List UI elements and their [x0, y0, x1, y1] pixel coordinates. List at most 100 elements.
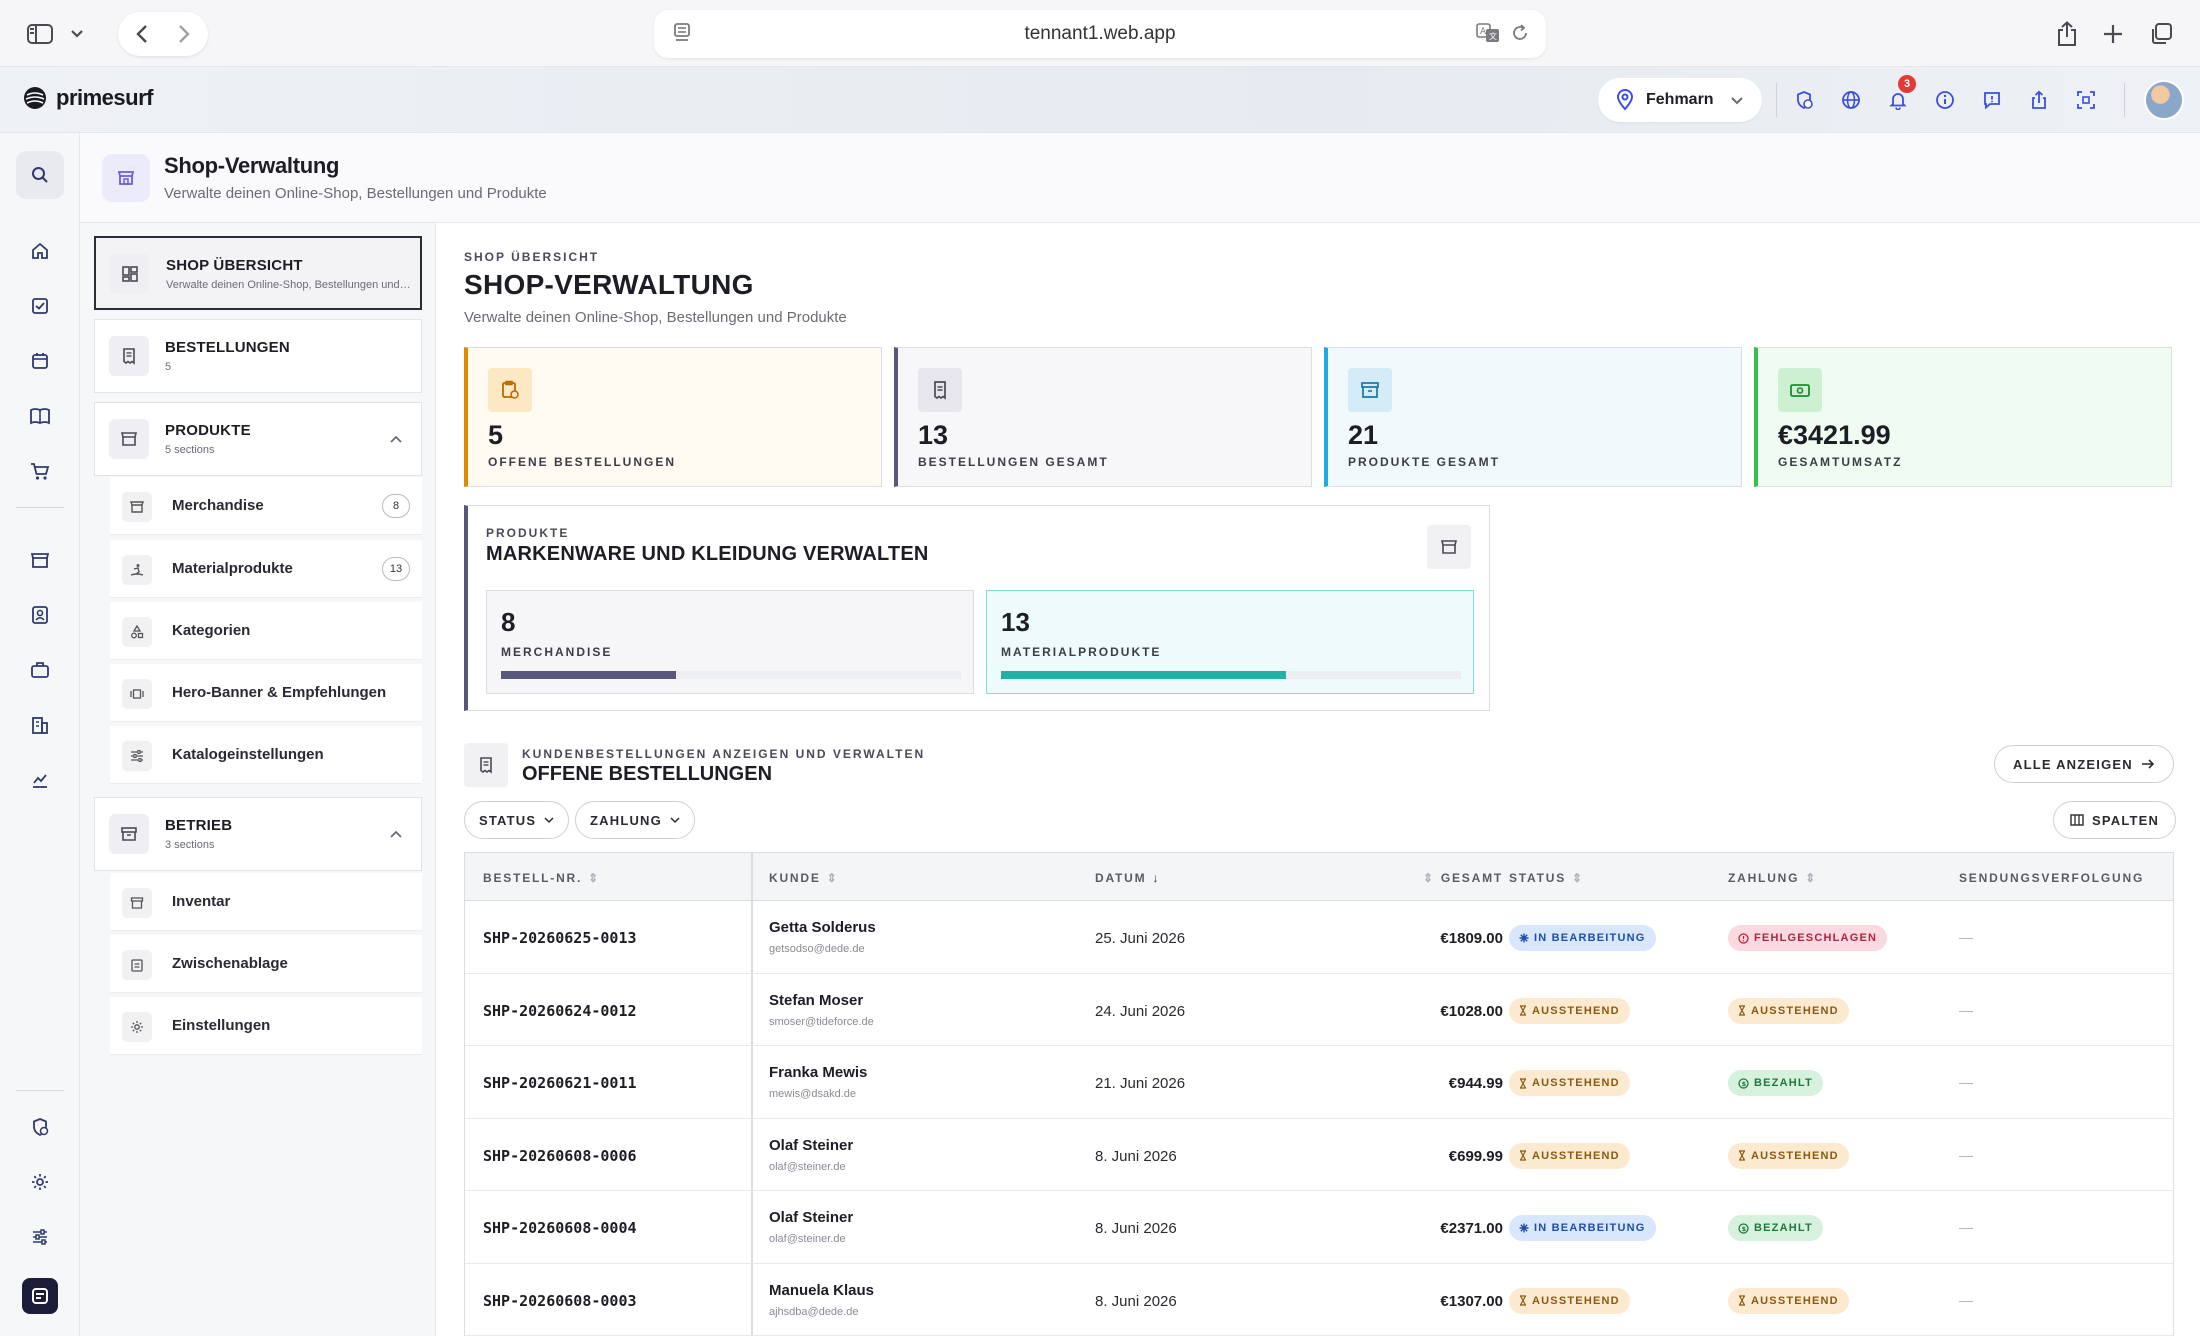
chevron-up-icon[interactable] — [389, 431, 403, 449]
store-icon[interactable] — [1427, 525, 1471, 569]
hourglass-icon — [1738, 1150, 1746, 1161]
store-icon[interactable] — [16, 536, 64, 584]
status-filter-button[interactable]: STATUS — [464, 801, 570, 839]
back-icon[interactable] — [128, 20, 156, 48]
message-icon[interactable] — [1968, 85, 2015, 115]
column-header-date[interactable]: DATUM ↓ — [1095, 871, 1160, 885]
subnav-item-materialprodukte[interactable]: Materialprodukte 13 — [110, 540, 422, 598]
book-icon[interactable] — [16, 392, 64, 440]
share-icon[interactable] — [2015, 85, 2062, 115]
order-id[interactable]: SHP-20260621-0011 — [483, 1074, 637, 1092]
cart-icon[interactable] — [16, 447, 64, 495]
chevron-up-icon[interactable] — [389, 826, 403, 844]
sidebar-toggle-icon[interactable] — [22, 14, 58, 54]
payment-filter-button[interactable]: ZAHLUNG — [575, 801, 695, 839]
table-row[interactable]: SHP-20260608-0006 Olaf Steiner olaf@steine… — [465, 1118, 2173, 1191]
share-browser-icon[interactable] — [2052, 14, 2082, 54]
calendar-add-icon[interactable] — [16, 337, 64, 385]
subnav-item-katalogeinstellungen[interactable]: Katalogeinstellungen — [110, 726, 422, 784]
status-badge[interactable]: AUSSTEHEND — [1509, 1070, 1630, 1096]
reload-icon[interactable] — [1510, 22, 1530, 50]
brand-logo[interactable]: primesurf — [22, 85, 153, 111]
subnav-item-kategorien[interactable]: Kategorien — [110, 602, 422, 660]
status-badge[interactable]: IN BEARBEITUNG — [1509, 1215, 1656, 1241]
avatar[interactable] — [2144, 80, 2184, 120]
status-badge[interactable]: AUSSTEHEND — [1509, 997, 1630, 1024]
address-bar[interactable]: tennant1.web.app A文 — [654, 10, 1546, 58]
app-brand-icon[interactable] — [22, 1278, 58, 1314]
table-row[interactable]: SHP-20260621-0011 Franka Mewis mewis@dsakd… — [465, 1046, 2173, 1119]
table-row[interactable]: SHP-20260625-0013 Getta Solderus getsodso@… — [465, 901, 2173, 974]
gear-icon[interactable] — [16, 1158, 64, 1206]
payment-badge[interactable]: $ BEZAHLT — [1728, 1070, 1823, 1096]
subnav-item-merchandise[interactable]: Merchandise 8 — [110, 477, 422, 535]
info-icon[interactable] — [1921, 85, 1968, 115]
status-badge[interactable]: AUSSTEHEND — [1509, 1287, 1630, 1314]
table-row[interactable]: SHP-20260608-0004 Olaf Steiner olaf@steine… — [465, 1191, 2173, 1264]
analytics-icon[interactable] — [16, 756, 64, 804]
payment-badge[interactable]: FEHLGESCHLAGEN — [1728, 925, 1888, 951]
tile-merchandise[interactable]: 8 MERCHANDISE — [486, 590, 974, 694]
customer-name: Olaf Steiner — [769, 1209, 854, 1226]
subnav-overview[interactable]: SHOP ÜBERSICHT Verwalte deinen Online-Sh… — [94, 236, 422, 310]
column-header-customer[interactable]: KUNDE ⇕ — [769, 871, 839, 885]
location-select[interactable]: Fehmarn — [1598, 78, 1762, 122]
building-icon[interactable] — [16, 701, 64, 749]
subnav-item-inventar[interactable]: Inventar — [110, 873, 422, 931]
order-id[interactable]: SHP-20260608-0006 — [483, 1147, 637, 1165]
table-row[interactable]: SHP-20260624-0012 Stefan Moser smoser@tide… — [465, 973, 2173, 1046]
column-header-payment[interactable]: ZAHLUNG ⇕ — [1728, 871, 1817, 885]
payment-badge[interactable]: AUSSTEHEND — [1728, 997, 1849, 1024]
stat-card-total-orders[interactable]: 13 BESTELLUNGEN GESAMT — [894, 347, 1312, 487]
home-icon[interactable] — [16, 227, 64, 275]
bell-icon[interactable]: 3 — [1874, 75, 1921, 115]
show-all-button[interactable]: ALLE ANZEIGEN — [1994, 745, 2174, 783]
subnav-item-einstellungen[interactable]: Einstellungen — [110, 997, 422, 1055]
forward-icon[interactable] — [170, 20, 198, 48]
sliders-icon[interactable] — [16, 1213, 64, 1261]
status-filter-label: STATUS — [479, 812, 537, 828]
column-divider — [751, 973, 753, 1045]
hourglass-icon — [1519, 1150, 1527, 1161]
payment-badge[interactable]: AUSSTEHEND — [1728, 1287, 1849, 1314]
column-divider — [751, 1263, 753, 1335]
search-icon[interactable] — [16, 151, 64, 199]
subnav-products[interactable]: PRODUKTE 5 sections — [94, 402, 422, 476]
status-badge[interactable]: IN BEARBEITUNG — [1509, 925, 1656, 951]
translate-icon[interactable]: A文 — [1476, 22, 1500, 50]
order-date: 24. Juni 2026 — [1095, 1002, 1186, 1020]
subnav-item-zwischenablage[interactable]: Zwischenablage — [110, 935, 422, 993]
page-menu-icon[interactable] — [672, 22, 692, 50]
subnav-item-label: Inventar — [172, 893, 231, 910]
stat-card-revenue[interactable]: €3421.99 GESAMTUMSATZ — [1754, 347, 2172, 487]
shield-clock-icon[interactable] — [16, 1103, 64, 1151]
column-header-order-id[interactable]: BESTELL-NR. ⇕ — [483, 871, 600, 885]
subnav-item-hero-banner[interactable]: Hero-Banner & Empfehlungen — [110, 664, 422, 722]
tile-value: 8 — [501, 607, 516, 637]
briefcase-icon[interactable] — [16, 646, 64, 694]
order-id[interactable]: SHP-20260624-0012 — [483, 1002, 637, 1020]
order-id[interactable]: SHP-20260608-0003 — [483, 1292, 637, 1310]
columns-button[interactable]: SPALTEN — [2053, 801, 2177, 839]
subnav-orders[interactable]: BESTELLUNGEN 5 — [94, 319, 422, 393]
order-id[interactable]: SHP-20260608-0004 — [483, 1219, 637, 1237]
stat-card-total-products[interactable]: 21 PRODUKTE GESAMT — [1324, 347, 1742, 487]
stat-card-open-orders[interactable]: 5 OFFENE BESTELLUNGEN — [464, 347, 882, 487]
scan-icon[interactable] — [2062, 85, 2109, 115]
order-id[interactable]: SHP-20260625-0013 — [483, 929, 637, 947]
table-row[interactable]: SHP-20260608-0003 Manuela Klaus ajhsdba@de… — [465, 1263, 2173, 1336]
payment-badge[interactable]: $ BEZAHLT — [1728, 1215, 1823, 1241]
clipboard-icon[interactable] — [16, 282, 64, 330]
globe-icon[interactable] — [1827, 85, 1874, 115]
tabs-overview-icon[interactable] — [2146, 14, 2176, 54]
payment-badge[interactable]: AUSSTEHEND — [1728, 1142, 1849, 1169]
column-header-status[interactable]: STATUS ⇕ — [1509, 871, 1584, 885]
new-tab-icon[interactable] — [2098, 14, 2128, 54]
chevron-down-icon[interactable] — [64, 14, 90, 54]
tile-materialprodukte[interactable]: 13 MATERIALPRODUKTE — [986, 590, 1474, 694]
contact-card-icon[interactable] — [16, 591, 64, 639]
status-badge[interactable]: AUSSTEHEND — [1509, 1142, 1630, 1169]
subnav-operations[interactable]: BETRIEB 3 sections — [94, 797, 422, 871]
column-header-total[interactable]: ⇕ GESAMT — [1423, 871, 1503, 885]
shield-clock-icon[interactable] — [1780, 85, 1827, 115]
